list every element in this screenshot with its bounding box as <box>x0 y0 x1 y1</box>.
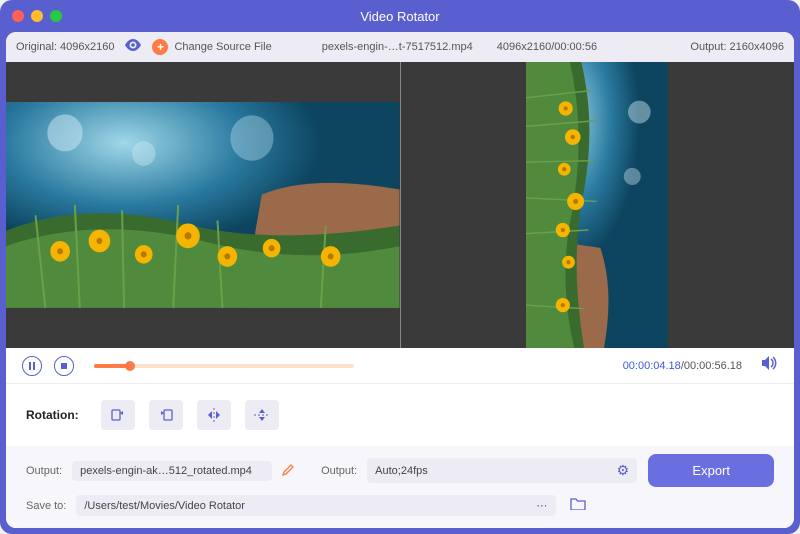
rotated-video-frame <box>526 62 668 348</box>
source-filename: pexels-engin-…t-7517512.mp4 <box>322 41 473 53</box>
playback-controls: 00:00:04.18/00:00:56.18 <box>6 348 794 384</box>
rotation-label: Rotation: <box>26 408 79 422</box>
save-path-value: /Users/test/Movies/Video Rotator <box>84 500 245 512</box>
content-area: Original: 4096x2160 + Change Source File… <box>6 32 794 528</box>
file-metadata: pexels-engin-…t-7517512.mp4 4096x2160/00… <box>322 41 597 53</box>
progress-thumb[interactable] <box>125 361 135 371</box>
original-dimensions: Original: 4096x2160 <box>16 41 114 53</box>
info-bar: Original: 4096x2160 + Change Source File… <box>6 32 794 62</box>
output-filename-label: Output: <box>26 465 62 477</box>
rotate-left-button[interactable] <box>101 400 135 430</box>
original-video-frame <box>6 102 400 308</box>
close-window-button[interactable] <box>12 10 24 22</box>
volume-icon[interactable] <box>762 356 778 375</box>
pause-button[interactable] <box>22 356 42 376</box>
original-preview <box>6 62 401 348</box>
browse-path-icon[interactable]: ⋯ <box>536 499 548 512</box>
window-controls <box>12 10 62 22</box>
source-meta: 4096x2160/00:00:56 <box>497 41 597 53</box>
export-button[interactable]: Export <box>648 454 774 487</box>
rotate-right-button[interactable] <box>149 400 183 430</box>
save-to-label: Save to: <box>26 500 66 512</box>
output-filename-value: pexels-engin-ak…512_rotated.mp4 <box>80 465 252 477</box>
app-window: Video Rotator Original: 4096x2160 + Chan… <box>0 0 800 534</box>
window-title: Video Rotator <box>0 9 800 24</box>
save-path-field[interactable]: /Users/test/Movies/Video Rotator ⋯ <box>76 495 556 516</box>
progress-bar[interactable] <box>94 364 354 368</box>
output-filename-field[interactable]: pexels-engin-ak…512_rotated.mp4 <box>72 461 272 481</box>
preview-toggle-icon[interactable] <box>124 38 142 56</box>
total-duration: 00:00:56.18 <box>684 360 742 372</box>
rotated-preview <box>401 62 795 348</box>
change-source-label: Change Source File <box>174 41 271 53</box>
rotation-controls: Rotation: <box>6 384 794 446</box>
current-time: 00:00:04.18 <box>623 360 681 372</box>
output-settings: Output: pexels-engin-ak…512_rotated.mp4 … <box>6 446 794 528</box>
plus-icon: + <box>152 39 168 55</box>
stop-button[interactable] <box>54 356 74 376</box>
flip-horizontal-button[interactable] <box>197 400 231 430</box>
output-format-label: Output: <box>321 465 357 477</box>
preview-area <box>6 62 794 348</box>
settings-gear-icon[interactable]: ⚙ <box>617 462 630 479</box>
time-display: 00:00:04.18/00:00:56.18 <box>623 360 742 372</box>
open-folder-icon[interactable] <box>570 497 586 514</box>
output-format-value: Auto;24fps <box>375 465 428 477</box>
titlebar: Video Rotator <box>0 0 800 32</box>
change-source-button[interactable]: + Change Source File <box>152 39 271 55</box>
output-dimensions: Output: 2160x4096 <box>690 41 784 53</box>
flip-vertical-button[interactable] <box>245 400 279 430</box>
minimize-window-button[interactable] <box>31 10 43 22</box>
edit-filename-icon[interactable] <box>282 463 295 479</box>
output-format-field[interactable]: Auto;24fps ⚙ <box>367 458 637 483</box>
fullscreen-window-button[interactable] <box>50 10 62 22</box>
